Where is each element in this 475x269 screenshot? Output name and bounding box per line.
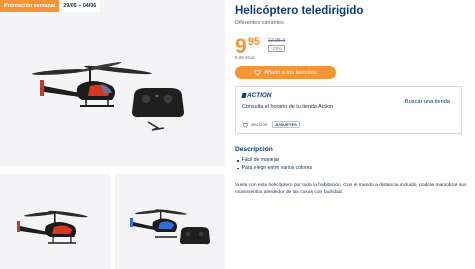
action-logo: ACTION (241, 92, 272, 99)
section-label: Sección: (251, 122, 269, 127)
helicopter-red-thumbnail (17, 210, 88, 244)
feature-item: Fácil de manejar (236, 157, 312, 165)
promo-badge: Promoción semanal 29/05 – 04/06 (0, 0, 101, 12)
thumbnail-red[interactable] (0, 174, 110, 269)
promo-dates: 29/05 – 04/06 (59, 0, 101, 12)
store-hours-text: Consulta el horario de tu tienda Action (242, 104, 334, 110)
helicopter-red-image (32, 62, 184, 131)
add-to-favorites-label: Añadir a tus favoritos (264, 69, 317, 76)
store-brand-label: ACTION (247, 92, 272, 99)
price-decimal: 95 (247, 36, 260, 48)
product-subtitle: Diferentes variantes (235, 20, 284, 26)
add-to-favorites-button[interactable]: Añadir a tus favoritos (235, 66, 336, 79)
search-store-link[interactable]: Buscar una tienda (405, 99, 450, 105)
feature-text: Fácil de manejar (241, 157, 280, 163)
description-heading: Descripción (235, 146, 273, 153)
heart-icon (254, 69, 261, 76)
price-block: 9 95 12,95 € -23% (235, 36, 285, 57)
discount-badge: -23% (267, 45, 285, 53)
description-text: Vuela con este helicóptero por toda la h… (235, 183, 467, 196)
thumbnail-blue[interactable] (115, 174, 225, 269)
helicopter-blue-thumbnail (130, 209, 210, 245)
cart-icon (242, 121, 248, 128)
bullet-icon (237, 160, 239, 162)
store-card: ACTION Consulta el horario de tu tienda … (235, 86, 462, 134)
bullet-icon (237, 167, 239, 170)
old-price: 12,95 € (267, 38, 286, 44)
old-price-block: 12,95 € -23% (267, 38, 286, 53)
section-badge[interactable]: JUGUETES (271, 121, 300, 128)
logo-mark (241, 93, 247, 98)
main-product-image[interactable]: Promoción semanal 29/05 – 04/06 (0, 0, 225, 166)
product-title: Helicóptero teledirigido (235, 5, 364, 17)
unit-price: 9,95 €/ud. (235, 55, 256, 60)
price-integer: 9 (235, 35, 247, 58)
features-list: Fácil de manejar Para elegir entre vario… (236, 157, 312, 172)
promo-label: Promoción semanal (0, 0, 60, 12)
feature-text: Para elegir entre varios colores (241, 164, 313, 171)
feature-item: Para elegir entre varios colores (236, 165, 312, 173)
section-row: Sección: JUGUETES (242, 121, 300, 128)
